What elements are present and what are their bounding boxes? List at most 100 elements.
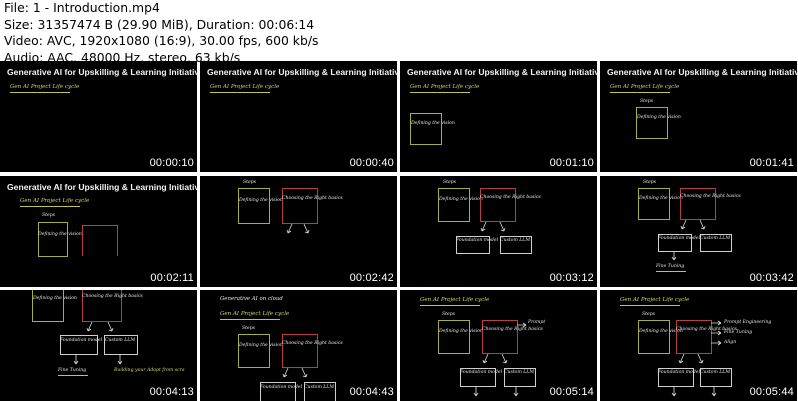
- slide-title: Generative AI for Upskilling & Learning …: [7, 182, 197, 192]
- arrows-icon: [282, 367, 308, 378]
- timestamp: 00:02:42: [349, 272, 394, 284]
- timestamp: 00:05:14: [549, 386, 594, 398]
- underline: [610, 92, 670, 93]
- choosing-label: Choosing the Right basics: [282, 341, 343, 346]
- timestamp: 00:03:12: [549, 272, 594, 284]
- timestamp: 00:01:10: [549, 157, 594, 169]
- thumbnail[interactable]: Gen AI Project Life cycle Steps Defining…: [400, 290, 597, 401]
- choosing-box: [676, 320, 712, 354]
- fine-tuning-label: Fine Tuning: [58, 368, 87, 373]
- choosing-box: [680, 188, 716, 220]
- gen-ai-heading: Gen AI Project Life cycle: [420, 297, 490, 303]
- defining-box: [38, 222, 68, 257]
- choosing-label: Choosing the Right basics: [282, 196, 343, 201]
- custom-label: Custom LLM: [104, 338, 136, 343]
- defining-box: [410, 113, 442, 145]
- thumbnail[interactable]: Generative AI for Upskilling & Learning …: [0, 176, 197, 287]
- defining-label: Defining the vision: [239, 343, 283, 348]
- custom-label: Custom LLM: [504, 370, 535, 375]
- thumbnail[interactable]: Generative AI for Upskilling & Learning …: [600, 61, 797, 172]
- defining-label: Defining the vision: [639, 196, 683, 201]
- gen-ai-heading: Gen AI Project Life cycle: [220, 311, 290, 317]
- arrows-icon: [286, 223, 310, 234]
- file-info: File: 1 - Introduction.mp4 Size: 3135747…: [4, 0, 504, 66]
- underline: [410, 92, 470, 93]
- timestamp: 00:03:42: [749, 272, 794, 284]
- steps-label: Steps: [640, 99, 654, 104]
- prompt-engineering-label: Prompt Engineering: [724, 320, 772, 325]
- foundation-label: Foundation model: [460, 370, 503, 375]
- thumbnail[interactable]: Generative AI for Upskilling & Learning …: [0, 61, 197, 172]
- custom-label: Custom LLM: [500, 238, 531, 243]
- underline: [20, 206, 80, 207]
- steps-label: Steps: [242, 326, 256, 331]
- arrows-icon: [482, 353, 508, 364]
- timestamp: 00:00:10: [149, 157, 194, 169]
- timestamp: 00:02:11: [150, 272, 194, 284]
- defining-box: [638, 188, 670, 220]
- gen-ai-heading: Gen AI Project Life cycle: [10, 84, 80, 90]
- thumbnail[interactable]: Steps Defining the vision Choosing the R…: [600, 176, 797, 287]
- gen-ai-heading: Gen AI Project Life cycle: [210, 84, 280, 90]
- timestamp: 00:01:41: [749, 157, 794, 169]
- defining-label: Defining the vision: [639, 329, 683, 334]
- foundation-label: Foundation model: [658, 370, 701, 375]
- underline: [10, 92, 70, 93]
- align-label: Align: [724, 340, 737, 345]
- right-arrow-icon: [517, 322, 527, 328]
- down-arrow-icon: [671, 251, 677, 261]
- defining-box: [438, 188, 470, 222]
- defining-box: [438, 320, 470, 354]
- building-label: Building your Adapt from scra: [114, 368, 185, 373]
- steps-label: Steps: [642, 312, 656, 317]
- slide-title: Generative AI for Upskilling & Learning …: [607, 67, 797, 77]
- underline: [656, 271, 686, 272]
- down-arrows-icon: [671, 386, 717, 397]
- arrows-icon: [86, 321, 114, 332]
- timestamp: 00:05:44: [749, 386, 794, 398]
- arrows-icon: [480, 221, 506, 232]
- prompt-label: Prompt: [528, 320, 546, 325]
- choosing-label: Choosing the Right basics: [680, 194, 741, 199]
- arrows-icon: [680, 219, 706, 230]
- thumbnail[interactable]: Generative AI on cloud Gen AI Project Li…: [200, 290, 397, 401]
- defining-box: [238, 334, 270, 368]
- custom-label: Custom LLM: [700, 236, 731, 241]
- defining-box: [32, 290, 64, 322]
- underline: [220, 319, 280, 320]
- gen-ai-cloud-heading: Generative AI on cloud: [220, 296, 283, 302]
- fine-tuning-label: Fine Tuning: [656, 264, 685, 269]
- foundation-label: Foundation model: [658, 236, 701, 241]
- thumbnail[interactable]: Steps Defining the vision Choosing the R…: [400, 176, 597, 287]
- defining-label: Defining the vision: [411, 121, 455, 126]
- foundation-label: Foundation model: [260, 385, 303, 390]
- file-name: File: 1 - Introduction.mp4: [4, 0, 160, 15]
- thumbnail[interactable]: Steps Defining the vision Choosing the R…: [200, 176, 397, 287]
- thumbnail[interactable]: Defining the vision Choosing the Right b…: [0, 290, 197, 401]
- defining-label: Defining the vision: [38, 232, 82, 237]
- steps-label: Steps: [442, 312, 456, 317]
- underline: [420, 305, 480, 306]
- fine-tuning-label: Fine Tuning: [724, 330, 753, 335]
- slide-title: Generative AI for Upskilling & Learning …: [7, 67, 197, 77]
- choosing-label: Choosing the Right basics: [480, 195, 541, 200]
- thumbnail[interactable]: Generative AI for Upskilling & Learning …: [200, 61, 397, 172]
- file-size: Size: 31357474 B (29.90 MiB), Duration: …: [4, 16, 315, 32]
- gen-ai-heading: Gen AI Project Life cycle: [610, 84, 680, 90]
- slide-title: Generative AI for Upskilling & Learning …: [407, 67, 597, 77]
- choosing-box: [282, 188, 318, 224]
- underline: [620, 305, 680, 306]
- defining-label: Defining the vision: [637, 115, 681, 120]
- choosing-box: [480, 188, 516, 222]
- foundation-label: Foundation model: [456, 238, 499, 243]
- defining-box: [636, 107, 668, 139]
- underline: [210, 92, 270, 93]
- choosing-box: [82, 225, 118, 256]
- slide-title: Generative AI for Upskilling & Learning …: [207, 67, 397, 77]
- steps-label: Steps: [643, 180, 657, 185]
- thumbnail[interactable]: Generative AI for Upskilling & Learning …: [400, 61, 597, 172]
- branch-arrows-icon: [711, 320, 722, 346]
- thumbnail[interactable]: Gen AI Project Life cycle Steps Defining…: [600, 290, 797, 401]
- timestamp: 00:04:13: [149, 386, 194, 398]
- underline: [58, 375, 88, 376]
